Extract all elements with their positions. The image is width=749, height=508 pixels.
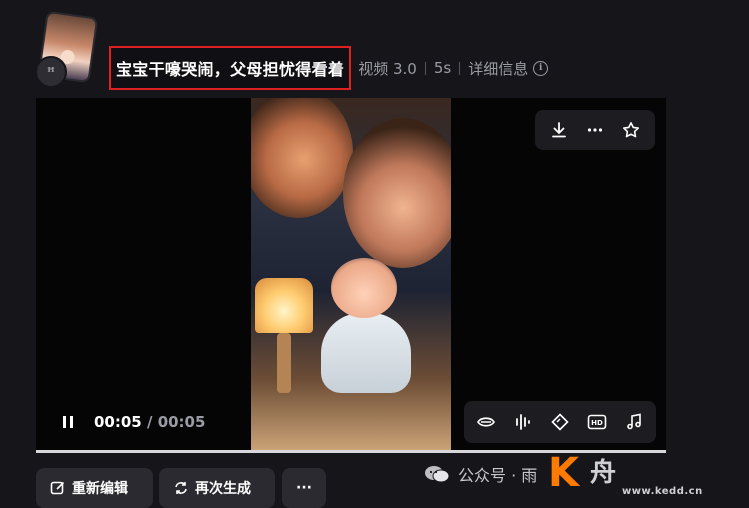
more-actions-button[interactable]: ···	[282, 468, 326, 508]
lamp-base	[277, 333, 291, 393]
time-display: 00:05 / 00:05	[94, 413, 206, 431]
avatar[interactable]: ꟸ	[35, 56, 67, 88]
hd-icon[interactable]: HD	[584, 409, 610, 435]
model-label: 视频 3.0	[358, 59, 417, 78]
divider	[459, 61, 461, 75]
title-row: 宝宝干嚎哭闹，父母担忧得看着 视频 3.0 5s 详细信息 i	[109, 44, 549, 92]
download-icon[interactable]	[546, 117, 572, 143]
hd-text: HD	[591, 419, 603, 427]
logo-mark: K	[548, 450, 579, 496]
baby-head	[331, 258, 397, 318]
regenerate-button[interactable]: 再次生成	[159, 468, 275, 508]
video-title: 宝宝干嚎哭闹，父母担忧得看着	[116, 60, 345, 79]
playback-controls: 00:05 / 00:05	[56, 410, 205, 434]
info-icon[interactable]: i	[533, 60, 549, 76]
divider	[424, 61, 426, 75]
more-label: ···	[296, 480, 312, 496]
details-link[interactable]: 详细信息	[468, 58, 528, 79]
logo-text: 舟	[590, 458, 618, 488]
more-icon[interactable]	[582, 117, 608, 143]
lamp	[255, 278, 313, 333]
lip-sync-icon[interactable]	[473, 409, 499, 435]
logo-url: www.kedd.cn	[622, 486, 703, 497]
star-icon[interactable]	[618, 117, 644, 143]
video-meta: 视频 3.0 5s 详细信息 i	[358, 58, 549, 79]
parent-figure	[343, 118, 451, 268]
current-time: 00:05	[94, 413, 142, 431]
baby-figure	[321, 313, 411, 393]
video-frame[interactable]	[251, 98, 451, 450]
music-icon[interactable]	[621, 409, 647, 435]
video-player[interactable]	[36, 98, 666, 450]
highlight-box: 宝宝干嚎哭闹，父母担忧得看着	[109, 46, 352, 90]
re-edit-button[interactable]: 重新编辑	[36, 468, 153, 508]
parent-figure	[251, 98, 353, 218]
audio-wave-icon[interactable]	[510, 409, 536, 435]
watermark-text: 公众号 · 雨	[458, 466, 538, 485]
wechat-icon	[425, 466, 450, 483]
top-toolbar	[535, 110, 655, 150]
edit-icon	[50, 481, 65, 495]
re-edit-label: 重新编辑	[72, 481, 128, 497]
duration-label: 5s	[433, 59, 452, 77]
watermark: 公众号 · 雨	[424, 462, 537, 486]
pause-button[interactable]	[56, 410, 80, 434]
refresh-icon	[175, 482, 187, 494]
regenerate-label: 再次生成	[195, 481, 251, 497]
total-time: 00:05	[157, 413, 206, 431]
bottom-toolbar: HD	[464, 401, 656, 443]
frame-icon[interactable]	[547, 409, 573, 435]
